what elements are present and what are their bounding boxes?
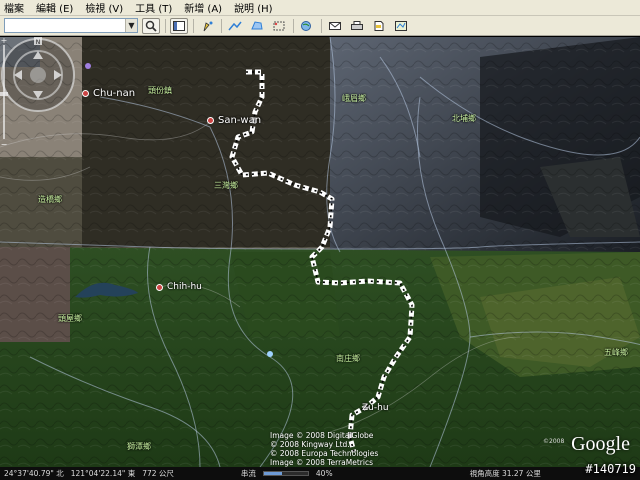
- toolbar: ▼: [0, 16, 640, 36]
- toolbar-divider: [221, 18, 222, 33]
- streaming-progress: [262, 471, 309, 476]
- place-marker[interactable]: [156, 284, 163, 291]
- search-input[interactable]: ▼: [4, 18, 138, 33]
- watermark: #140719: [585, 462, 636, 476]
- svg-text:−: −: [1, 140, 8, 147]
- latitude-readout: 24°37'40.79" 北: [4, 469, 64, 478]
- credit-line: © 2008 Kingway Ltd.: [270, 440, 350, 449]
- status-bar: 24°37'40.79" 北 121°04'22.14" 東 772 公尺 串流…: [0, 467, 640, 480]
- credit-line: © 2008 Europa Technologies: [270, 449, 379, 458]
- satellite-imagery: [0, 37, 640, 467]
- menu-bar: 檔案 編輯 (E) 檢視 (V) 工具 (T) 新增 (A) 說明 (H): [0, 0, 640, 16]
- streaming-label: 串流: [240, 469, 256, 478]
- place-label-sanwan[interactable]: San-wan: [218, 115, 261, 126]
- chevron-down-icon[interactable]: ▼: [125, 19, 137, 32]
- place-label-zuhu[interactable]: Zu-hu: [362, 403, 389, 413]
- search-icon[interactable]: [142, 17, 160, 34]
- polygon-icon[interactable]: [248, 18, 266, 34]
- credit-line: Image © 2008 DigitalGlobe: [270, 431, 374, 440]
- navigation-control[interactable]: N: [0, 37, 76, 113]
- streaming-percent: 40%: [315, 469, 333, 478]
- place-marker[interactable]: [207, 117, 214, 124]
- placemark-icon[interactable]: [198, 18, 216, 34]
- township-label: 三灣鄉: [214, 181, 238, 190]
- toolbar-divider: [165, 18, 166, 33]
- menu-add[interactable]: 新增 (A): [184, 0, 222, 15]
- township-label: 頭份鎮: [148, 86, 172, 95]
- township-label: 獅潭鄉: [127, 442, 151, 451]
- sidebar-icon[interactable]: [170, 17, 188, 34]
- township-label: 峨眉鄉: [342, 94, 366, 103]
- credit-line: Image © 2008 TerraMetrics: [270, 458, 374, 467]
- zoom-slider[interactable]: + −: [0, 37, 8, 147]
- township-label: 造橋鄉: [38, 195, 62, 204]
- elevation-readout: 772 公尺: [142, 469, 174, 478]
- place-marker[interactable]: [82, 90, 89, 97]
- maps-icon[interactable]: [392, 18, 410, 34]
- overlay-icon[interactable]: [270, 18, 288, 34]
- place-label-chihhu[interactable]: Chih-hu: [167, 282, 202, 292]
- tour-icon[interactable]: [298, 18, 316, 34]
- eye-altitude-readout: 視角高度 31.27 公里: [469, 469, 541, 478]
- svg-text:+: +: [1, 37, 8, 45]
- toolbar-divider: [293, 18, 294, 33]
- toolbar-divider: [193, 18, 194, 33]
- menu-edit[interactable]: 編輯 (E): [36, 0, 73, 15]
- svg-text:N: N: [36, 39, 41, 46]
- township-label: 北埔鄉: [452, 114, 476, 123]
- kml-icon[interactable]: [370, 18, 388, 34]
- google-logo: Google: [571, 433, 630, 455]
- township-label: 南庄鄉: [336, 354, 360, 363]
- menu-tools[interactable]: 工具 (T): [135, 0, 172, 15]
- email-icon[interactable]: [326, 18, 344, 34]
- township-label: 頭屋鄉: [58, 314, 82, 323]
- imagery-credits: Image © 2008 DigitalGlobe © 2008 Kingway…: [270, 431, 378, 467]
- streaming-progress-fill: [263, 472, 282, 475]
- township-label: 五峰鄉: [604, 348, 628, 357]
- blue-marker: [267, 351, 273, 357]
- logo-copyright: ©2008: [543, 438, 565, 445]
- map-view[interactable]: Chu-nan San-wan Chih-hu Zu-hu 頭份鎮 峨眉鄉 北埔…: [0, 37, 640, 467]
- menu-view[interactable]: 檢視 (V): [85, 0, 123, 15]
- toolbar-divider: [321, 18, 322, 33]
- menu-help[interactable]: 說明 (H): [234, 0, 273, 15]
- menu-file[interactable]: 檔案: [4, 0, 24, 15]
- path-icon[interactable]: [226, 18, 244, 34]
- print-icon[interactable]: [348, 18, 366, 34]
- place-label-chunan[interactable]: Chu-nan: [93, 88, 135, 99]
- longitude-readout: 121°04'22.14" 東: [70, 469, 136, 478]
